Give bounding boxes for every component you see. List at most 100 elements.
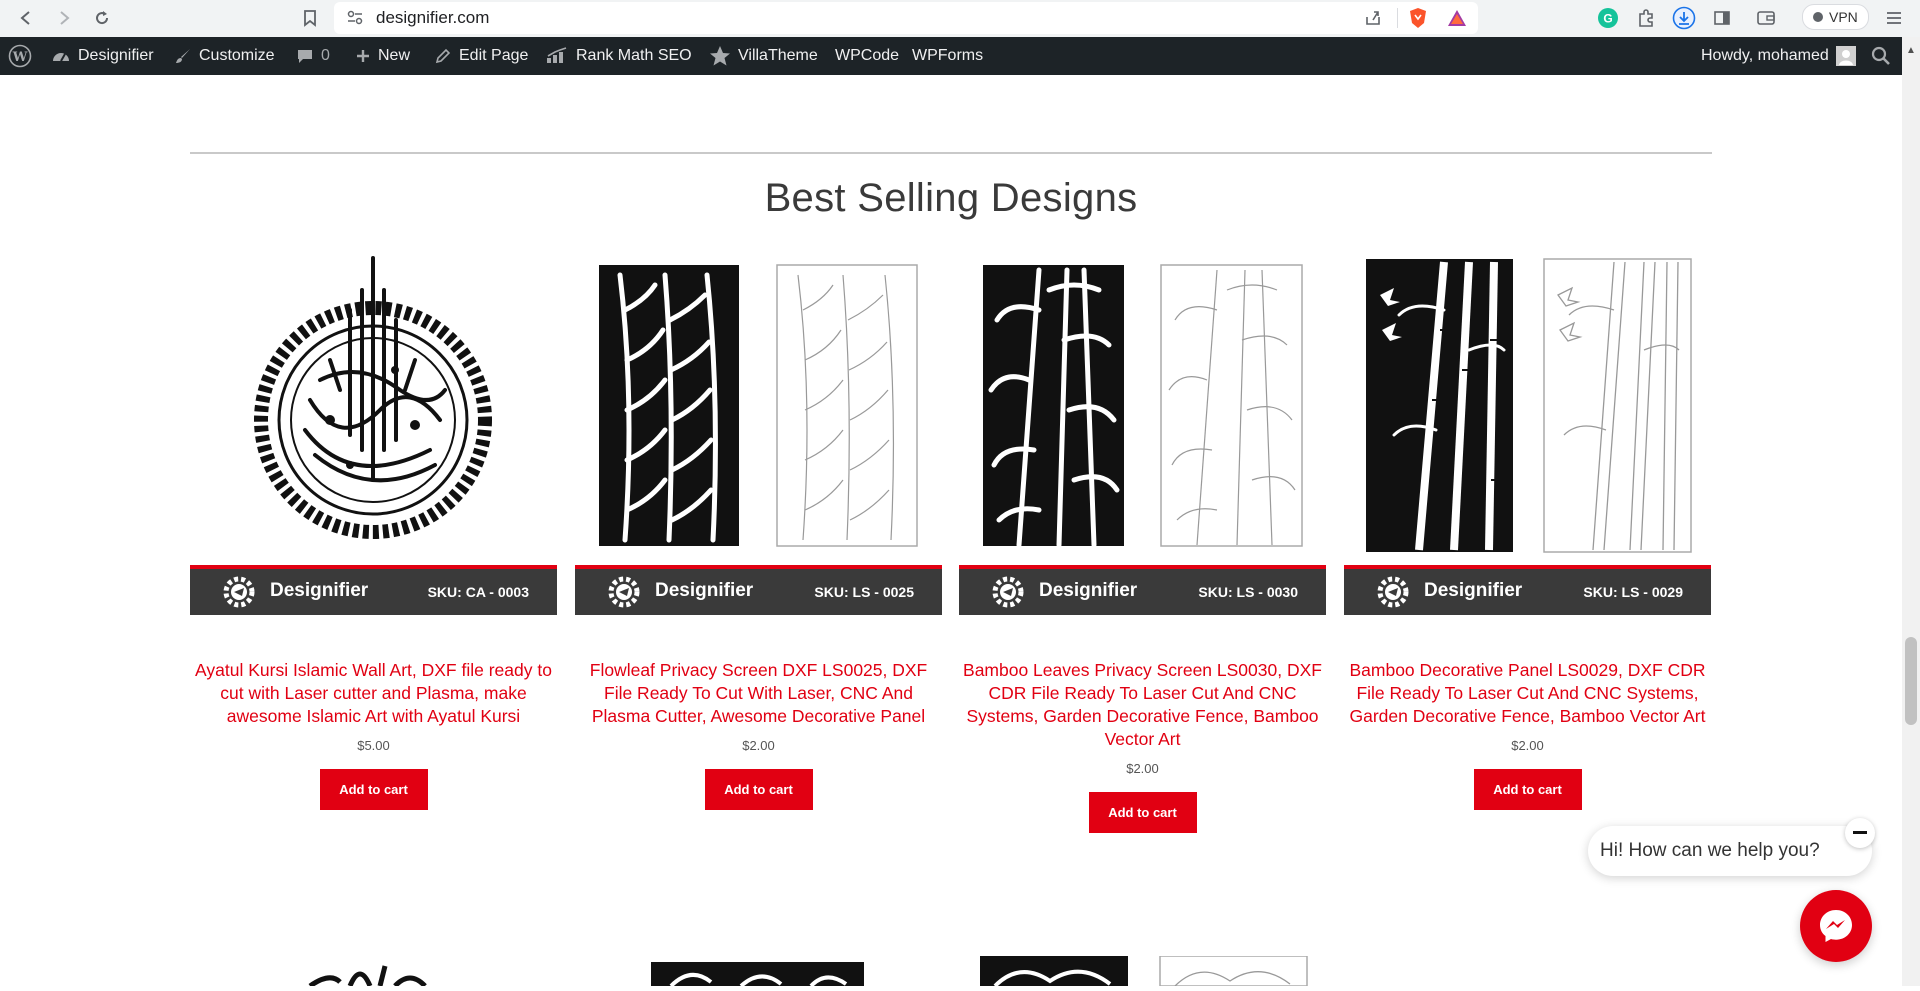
vpn-button[interactable]: VPN [1802, 4, 1869, 30]
brave-rewards-icon[interactable] [1443, 4, 1471, 32]
site-name-link[interactable]: Designifier [51, 37, 154, 75]
plus-icon [357, 50, 369, 62]
wpforms-link[interactable]: WPForms [912, 37, 983, 75]
product-card: Designifier SKU: CA - 0003 Ayatul Kursi … [190, 250, 557, 810]
extensions-icon[interactable] [1632, 4, 1660, 32]
search-icon[interactable] [1871, 37, 1891, 75]
product-price: $2.00 [1511, 738, 1544, 753]
minus-icon [1853, 831, 1867, 834]
gear-logo-icon [992, 576, 1024, 608]
page-scrollbar[interactable]: ▲ [1902, 37, 1920, 986]
brand-name: Designifier [655, 580, 754, 601]
product-sku: SKU: CA - 0003 [427, 584, 529, 600]
vpn-label: VPN [1829, 9, 1858, 25]
customize-label: Customize [199, 47, 275, 64]
product-image[interactable] [300, 952, 440, 991]
browser-toolbar: designifier.com G VPN [0, 0, 1920, 37]
add-to-cart-button[interactable]: Add to cart [319, 769, 428, 810]
forward-icon[interactable] [50, 4, 78, 32]
wpcode-link[interactable]: WPCode [835, 37, 899, 75]
villatheme-link[interactable]: VillaTheme [709, 37, 818, 75]
avatar [1835, 46, 1856, 66]
brand-banner: Designifier SKU: LS - 0029 [1344, 565, 1711, 615]
reload-icon[interactable] [88, 4, 116, 32]
product-price: $2.00 [742, 738, 775, 753]
bookmark-icon[interactable] [296, 4, 324, 32]
brave-shield-icon[interactable] [1404, 4, 1432, 32]
download-icon[interactable] [1670, 4, 1698, 32]
address-bar[interactable]: designifier.com [334, 2, 1478, 34]
panel-image-partial [651, 962, 864, 988]
product-sku: SKU: LS - 0025 [814, 584, 914, 600]
sidebar-icon[interactable] [1708, 4, 1736, 32]
wallet-icon[interactable] [1752, 4, 1780, 32]
share-icon[interactable] [1364, 9, 1382, 32]
ornamental-panel-image-partial [980, 955, 1308, 988]
comments-link[interactable]: 0 [296, 37, 330, 75]
back-icon[interactable] [12, 4, 40, 32]
howdy-label: Howdy, mohamed [1701, 47, 1829, 64]
messenger-chat-button[interactable] [1800, 890, 1872, 962]
gear-logo-icon [608, 576, 640, 608]
comment-icon [298, 50, 312, 63]
new-label: New [378, 47, 411, 64]
bamboo-leaves-panel-image [983, 264, 1303, 548]
product-image[interactable] [1344, 250, 1711, 565]
chat-greeting-bubble[interactable]: Hi! How can we help you? [1588, 826, 1872, 876]
dashboard-icon [53, 53, 69, 62]
customize-link[interactable]: Customize [174, 37, 275, 75]
brand-banner: Designifier SKU: CA - 0003 [190, 565, 557, 615]
messenger-icon [1820, 910, 1852, 942]
rank-math-icon [547, 47, 567, 63]
brand-name: Designifier [1039, 580, 1138, 601]
product-title-link[interactable]: Bamboo Decorative Panel LS0029, DXF CDR … [1344, 659, 1711, 728]
product-price: $5.00 [357, 738, 390, 753]
pencil-icon [435, 48, 451, 64]
product-card: Designifier SKU: LS - 0030 Bamboo Leaves… [959, 250, 1326, 833]
site-settings-icon[interactable] [346, 8, 364, 26]
new-content-link[interactable]: New [355, 37, 410, 75]
menu-icon[interactable] [1880, 4, 1908, 32]
product-image[interactable] [575, 250, 942, 565]
calligraphy-image-partial [308, 965, 427, 989]
add-to-cart-button[interactable]: Add to cart [1473, 769, 1582, 810]
url-text[interactable]: designifier.com [376, 8, 489, 28]
product-title-link[interactable]: Ayatul Kursi Islamic Wall Art, DXF file … [190, 659, 557, 728]
product-image[interactable] [651, 962, 864, 991]
grammarly-icon[interactable]: G [1594, 4, 1622, 32]
my-account-link[interactable]: Howdy, mohamed [1701, 37, 1856, 75]
wordpress-logo-icon[interactable]: W [8, 37, 32, 75]
vpn-status-icon [1813, 12, 1823, 22]
edit-page-label: Edit Page [459, 47, 529, 64]
edit-page-link[interactable]: Edit Page [434, 37, 528, 75]
rank-math-label: Rank Math SEO [576, 47, 692, 64]
divider [1397, 8, 1398, 28]
wpforms-label: WPForms [912, 47, 984, 64]
product-image[interactable] [190, 250, 557, 565]
product-price: $2.00 [1126, 761, 1159, 776]
add-to-cart-button[interactable]: Add to cart [704, 769, 813, 810]
comments-count: 0 [321, 47, 330, 64]
scrollbar-thumb[interactable] [1905, 637, 1917, 725]
scroll-up-icon[interactable]: ▲ [1906, 45, 1916, 56]
section-divider [190, 152, 1712, 154]
brand-banner: Designifier SKU: LS - 0025 [575, 565, 942, 615]
wp-admin-bar: W Designifier Customize 0 New Edit Page … [0, 37, 1902, 75]
product-card: Designifier SKU: LS - 0025 Flowleaf Priv… [575, 250, 942, 810]
chat-minimize-button[interactable] [1845, 818, 1875, 848]
calligraphy-medallion-image [254, 256, 492, 539]
chat-greeting: Hi! How can we help you? [1600, 840, 1820, 861]
product-title-link[interactable]: Bamboo Leaves Privacy Screen LS0030, DXF… [959, 659, 1326, 751]
star-icon [710, 46, 730, 66]
brand-name: Designifier [1424, 580, 1523, 601]
rank-math-link[interactable]: Rank Math SEO [545, 37, 692, 75]
product-title-link[interactable]: Flowleaf Privacy Screen DXF LS0025, DXF … [575, 659, 942, 728]
gear-logo-icon [1377, 576, 1409, 608]
product-image[interactable] [959, 250, 1326, 565]
svg-text:W: W [12, 50, 28, 65]
wpcode-label: WPCode [835, 47, 900, 64]
brand-name: Designifier [270, 580, 369, 601]
site-name: Designifier [78, 47, 154, 64]
brand-banner: Designifier SKU: LS - 0030 [959, 565, 1326, 615]
add-to-cart-button[interactable]: Add to cart [1088, 792, 1197, 833]
